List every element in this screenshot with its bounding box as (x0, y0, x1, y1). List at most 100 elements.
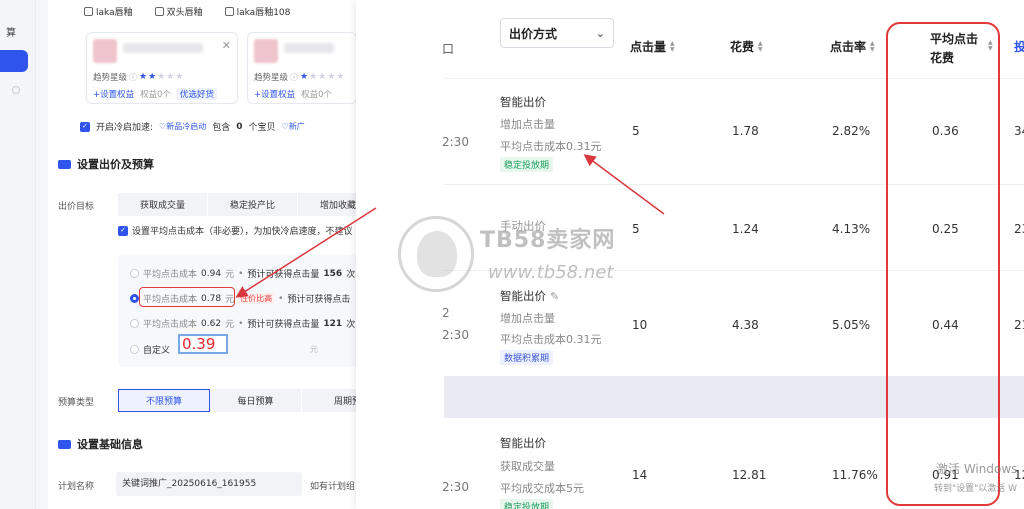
row-bid-cost: 平均成交成本5元 (500, 482, 584, 495)
best-value-tag: 性价比高 (238, 293, 275, 304)
plan-group-label: 如有计划组 (310, 482, 356, 492)
product-chip[interactable]: laka唇釉108 (221, 4, 295, 19)
watermark-text: TB58卖家网 (480, 228, 616, 253)
cost-option-row[interactable]: 平均点击成本 0.94 元 • 预计可获得点击量 156 次 (130, 267, 355, 280)
tab-unlimited-budget[interactable]: 不限预算 (118, 389, 210, 412)
help-icon[interactable]: ⓘ (290, 72, 298, 83)
cold-start-row: ✓ 开启冷启加速: ♡新品冷启动 包含 0 个宝贝 ♡新广 (80, 120, 305, 133)
option-count-unit: 次 (346, 270, 356, 280)
section-icon (58, 439, 71, 449)
status-badge: 数据积累期 (500, 350, 554, 365)
left-nav-dot-icon[interactable] (12, 86, 20, 94)
row-extra: 23 (1014, 222, 1024, 236)
option-estimate: 预计可获得点击 (287, 295, 351, 305)
custom-cost-input[interactable]: 0.39 (178, 334, 228, 354)
tab-daily-budget[interactable]: 每日预算 (210, 389, 302, 412)
sort-icon[interactable]: ▲ ▼ (670, 40, 675, 53)
option-label: 平均点击成本 (143, 320, 198, 330)
option-value: 0.94 (201, 268, 222, 279)
product-card[interactable]: 趋势星级 ⓘ ★★★★★ +设置权益 权益0个 (247, 32, 357, 104)
set-rights-link[interactable]: +设置权益 (254, 88, 295, 100)
star-rating: ★★★★★ (300, 72, 346, 82)
cost-option-row[interactable]: 平均点击成本 0.62 元 • 预计可获得点击量 121 次 (130, 317, 355, 330)
close-icon[interactable]: ✕ (222, 39, 231, 52)
row-time: 2:30 (442, 135, 469, 149)
row-clicks: 10 (632, 318, 648, 332)
bid-method-select[interactable]: 出价方式 ⌄ (500, 18, 614, 48)
section-title-text: 设置出价及预算 (77, 158, 154, 171)
option-separator: • (278, 293, 284, 304)
option-separator: • (238, 318, 244, 329)
avg-click-cost-label: 设置平均点击成本（非必要），为加快冷启速度，不建议 (132, 227, 353, 237)
custom-option-radio[interactable] (130, 345, 139, 354)
product-title-blurred (284, 43, 334, 53)
plan-name-input[interactable]: 关键词推广_20250616_161955 (116, 472, 302, 496)
annotation-red-frame (886, 22, 1000, 506)
section-icon (58, 159, 71, 169)
option-unit: 元 (225, 320, 235, 330)
annotation-red-box (139, 287, 235, 307)
cost-option-radio[interactable] (130, 319, 139, 328)
product-chip[interactable]: laka唇釉 (80, 4, 137, 19)
budget-type-tabs: 不限预算 每日预算 周期预 (118, 389, 394, 412)
bid-budget-section-title: 设置出价及预算 (58, 156, 154, 172)
watermark-url: www.tb58.net (488, 262, 614, 283)
cost-option-row[interactable]: 自定义 (130, 343, 170, 356)
row-bid-name: 智能出价 (500, 436, 546, 450)
rights-count: 权益0个 (301, 90, 333, 100)
option-label: 平均点击成本 (143, 270, 198, 280)
edit-pencil-icon[interactable]: ✎ (550, 290, 559, 303)
plan-name-label: 计划名称 (58, 482, 95, 492)
row-bid-sub: 增加点击量 (500, 312, 555, 325)
windows-activate-text: 激活 Windows (936, 462, 1018, 476)
cost-options-box: 平均点击成本 0.94 元 • 预计可获得点击量 156 次 平均点击成本 0.… (118, 255, 378, 367)
sort-icon[interactable]: ▲ ▼ (870, 40, 875, 53)
sort-icon[interactable]: ▲ ▼ (758, 40, 763, 53)
set-rights-link[interactable]: +设置权益 (93, 88, 134, 100)
rights-row: +设置权益 权益0个 (254, 88, 332, 100)
avg-click-cost-checkbox[interactable]: ✓ (118, 225, 128, 236)
tab-stable-roi[interactable]: 稳定投产比 (208, 193, 299, 216)
option-value: 0.62 (201, 318, 222, 329)
new-product-tag: ♡新品冷启动 (159, 122, 207, 131)
bid-goal-label: 出价目标 (58, 202, 95, 212)
cold-start-label: 开启冷启加速: (96, 123, 154, 133)
product-chip-label: laka唇釉108 (236, 8, 291, 18)
col-header-clicks[interactable]: 点击量 ▲ ▼ (630, 38, 675, 55)
product-card[interactable]: ✕ 趋势星级 ⓘ ★★★★★ +设置权益 权益0个 优选好货 (86, 32, 238, 104)
basic-info-section-title: 设置基础信息 (58, 436, 143, 452)
option-separator: • (238, 268, 244, 279)
rights-row: +设置权益 权益0个 优选好货 (93, 88, 218, 100)
row-extra: 34 (1014, 124, 1024, 138)
cold-start-count: 0 (236, 121, 243, 132)
bid-goal-tabs: 获取成交量 稳定投产比 增加收藏加 (118, 193, 389, 216)
row-cost: 4.38 (732, 318, 759, 332)
help-icon[interactable]: ⓘ (129, 72, 137, 83)
product-thumbnail (93, 39, 117, 63)
col-header-ctr[interactable]: 点击率 ▲ ▼ (830, 38, 875, 55)
watermark-logo-icon (398, 216, 474, 292)
trend-label: 趋势星级 (93, 73, 128, 83)
cost-option-radio[interactable] (130, 269, 139, 278)
product-chip-label: laka唇釉 (96, 8, 133, 18)
product-chip-row: laka唇釉 双头唇釉 laka唇釉108 (80, 4, 294, 19)
custom-cost-unit: 元 (310, 345, 318, 354)
tab-get-conversions[interactable]: 获取成交量 (118, 193, 209, 216)
rights-count: 权益0个 (140, 90, 172, 100)
windows-activate-subtext: 转到"设置"以激活 W (934, 484, 1018, 494)
product-chip-icon (154, 7, 164, 16)
product-chip[interactable]: 双头唇釉 (151, 4, 207, 19)
product-title-blurred (123, 43, 203, 53)
col-header-ctr-label: 点击率 (830, 40, 867, 54)
left-nav-active-button[interactable] (0, 50, 28, 72)
star-rating: ★★★★★ (139, 72, 185, 82)
option-unit: 元 (225, 270, 235, 280)
section-title-text: 设置基础信息 (77, 438, 143, 451)
option-count: 121 (323, 318, 343, 329)
cold-start-checkbox[interactable]: ✓ (80, 121, 90, 132)
cost-option-radio[interactable] (130, 294, 139, 303)
left-nav-strip: 算 (0, 0, 36, 509)
col-header-extra: 投 (1014, 40, 1024, 54)
col-header-cost[interactable]: 花费 ▲ ▼ (730, 38, 763, 55)
budget-type-label: 预算类型 (58, 398, 95, 408)
